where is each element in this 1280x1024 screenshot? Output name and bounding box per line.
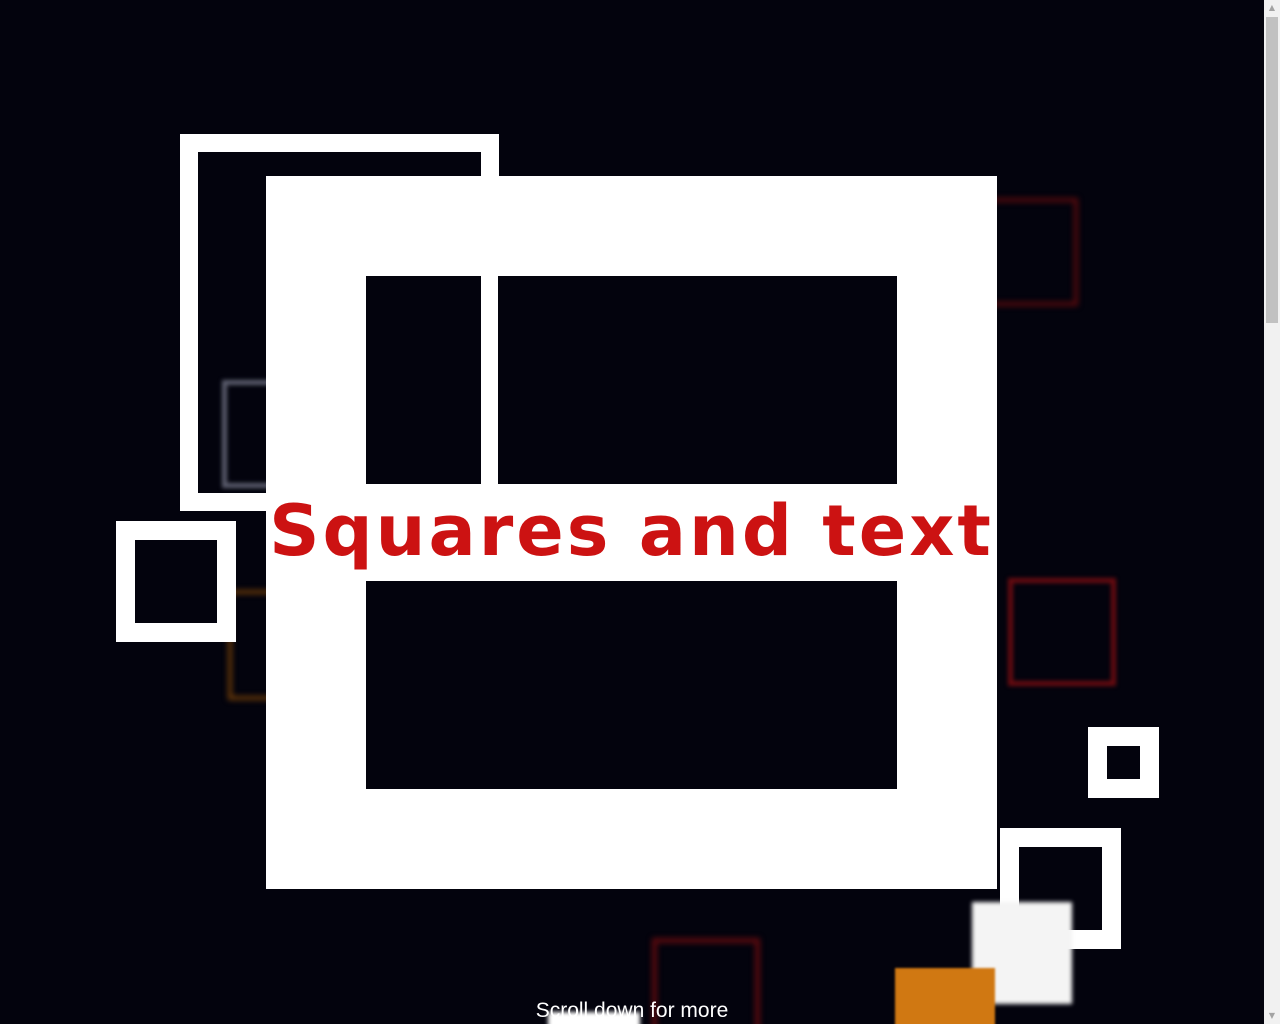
main-square-frame: Squares and text	[266, 176, 997, 889]
page-title: Squares and text	[269, 490, 994, 572]
page-scrollbar[interactable]: ▲ ▼	[1264, 0, 1280, 1024]
hero-stage: Squares and text Scroll down for more	[0, 0, 1264, 1024]
scroll-up-icon[interactable]: ▲	[1264, 0, 1280, 16]
frame-divider	[481, 276, 498, 484]
bg-square-outline-red	[1008, 578, 1116, 686]
square-outline-white	[116, 521, 236, 642]
scroll-down-icon[interactable]: ▼	[1264, 1008, 1280, 1024]
scrollbar-thumb[interactable]	[1266, 17, 1278, 323]
scroll-hint: Scroll down for more	[535, 999, 729, 1022]
frame-window-bottom	[366, 581, 897, 789]
square-outline-white	[1088, 727, 1159, 798]
frame-window-top	[366, 276, 897, 484]
